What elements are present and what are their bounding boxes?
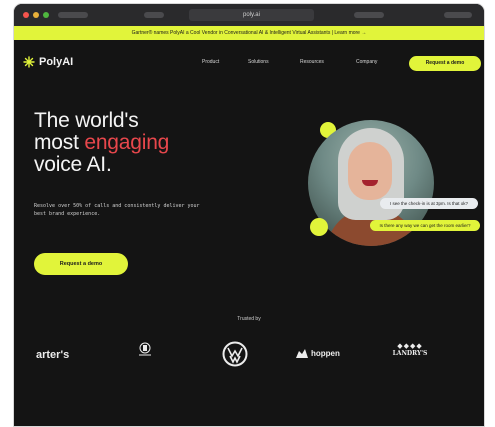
headline-highlight: engaging: [84, 131, 170, 154]
window-controls: [23, 12, 49, 18]
polyai-mark-icon: [23, 56, 35, 68]
crest-logo: [124, 341, 166, 360]
browser-toolbar-controls[interactable]: [354, 12, 384, 18]
crest-icon: [139, 342, 151, 356]
announcement-bar[interactable]: Gartner® names PolyAI a Cool Vendor in C…: [14, 26, 484, 40]
headline-line-3: voice AI.: [34, 153, 112, 176]
hoppen-text: hoppen: [311, 349, 340, 358]
nav-item-resources[interactable]: Resources: [300, 59, 324, 65]
diamond-symbols-icon: ◆◆◆◆: [397, 341, 423, 350]
volkswagen-icon: [222, 341, 248, 367]
address-bar[interactable]: poly.ai: [189, 9, 314, 21]
carters-logo: arter's: [36, 349, 70, 361]
hoppen-mark-icon: [296, 349, 308, 358]
hero-subtitle: Resolve over 50% of calls and consistent…: [34, 203, 200, 217]
polyai-logo[interactable]: PolyAI: [23, 56, 73, 68]
close-window-icon[interactable]: [23, 12, 29, 18]
logo-text: PolyAI: [39, 56, 74, 68]
headline-line-1: The world's: [34, 109, 139, 132]
minimize-window-icon[interactable]: [33, 12, 39, 18]
trusted-by-label: Trusted by: [237, 316, 261, 322]
browser-nav-controls[interactable]: [58, 12, 88, 18]
customer-logos: arter's hoppen ◆◆◆◆ LANDRY'S: [14, 337, 484, 375]
browser-chrome: poly.ai: [14, 4, 484, 26]
chat-bubble-caller: Is there any way we can get the room ear…: [370, 220, 480, 231]
nav-item-company[interactable]: Company: [356, 59, 377, 65]
chat-bubble-agent: I see the check-in is at 3pm. Is that ok…: [380, 198, 478, 209]
browser-action-controls[interactable]: [444, 12, 472, 18]
volkswagen-logo: [222, 341, 248, 372]
landrys-text: LANDRY'S: [392, 350, 428, 357]
site-header: PolyAI Product Solutions Resources Compa…: [14, 52, 484, 74]
hero-request-demo-button[interactable]: Request a demo: [34, 253, 128, 275]
hoppen-logo: hoppen: [296, 349, 340, 358]
maximize-window-icon[interactable]: [43, 12, 49, 18]
request-demo-button[interactable]: Request a demo: [409, 56, 481, 71]
browser-window: poly.ai Gartner® names PolyAI a Cool Ven…: [14, 4, 484, 426]
tab-overview-control[interactable]: [144, 12, 164, 18]
nav-item-solutions[interactable]: Solutions: [248, 59, 269, 65]
nav-item-product[interactable]: Product: [202, 59, 219, 65]
landrys-logo: ◆◆◆◆ LANDRY'S: [386, 341, 434, 357]
headline-line-2: most: [34, 131, 85, 154]
hero-headline: The world's most engaging voice AI.: [34, 110, 304, 176]
accent-dot: [310, 218, 328, 236]
